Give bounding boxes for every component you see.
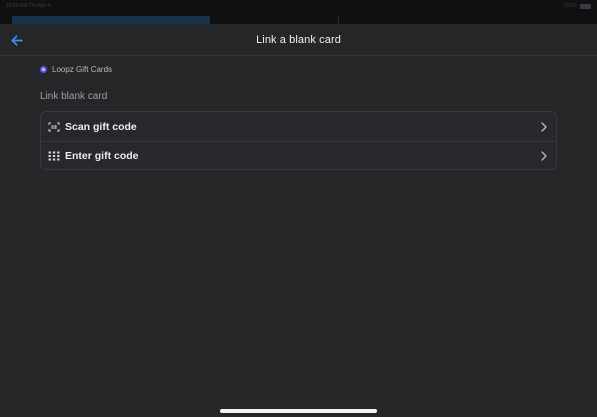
scan-code-icon: [48, 121, 60, 133]
option-label: Scan gift code: [65, 120, 137, 133]
brand-name: Loopz Gift Cards: [52, 65, 113, 74]
modal-sheet: Link a blank card Loopz Gift Cards Link …: [0, 24, 597, 417]
brand-logo-icon: [40, 66, 47, 73]
battery-icon: [580, 3, 591, 9]
battery-percent: 100%: [564, 3, 577, 9]
page-title: Link a blank card: [256, 33, 341, 46]
status-time: 10:09 AM Thu Apr 4: [6, 3, 51, 9]
home-indicator[interactable]: [220, 409, 377, 413]
scan-gift-code-button[interactable]: Scan gift code: [41, 112, 556, 141]
nav-bar: Link a blank card: [0, 24, 597, 56]
enter-gift-code-button[interactable]: Enter gift code: [41, 141, 556, 169]
screen: 10:09 AM Thu Apr 4 100% Link a blank car…: [0, 0, 597, 417]
background-divider: [338, 16, 339, 24]
back-button[interactable]: [8, 31, 26, 49]
chevron-right-icon: [540, 151, 548, 161]
keypad-icon: [48, 150, 60, 162]
arrow-left-icon: [11, 34, 23, 46]
option-label: Enter gift code: [65, 150, 139, 162]
option-list: Scan gift code Enter gift code: [40, 111, 557, 170]
chevron-right-icon: [540, 121, 548, 132]
status-right: 100%: [564, 3, 591, 9]
section-heading: Link blank card: [40, 91, 108, 102]
background-tab: [12, 16, 210, 24]
status-bar: 10:09 AM Thu Apr 4 100%: [0, 0, 597, 12]
brand-row: Loopz Gift Cards: [40, 65, 112, 74]
